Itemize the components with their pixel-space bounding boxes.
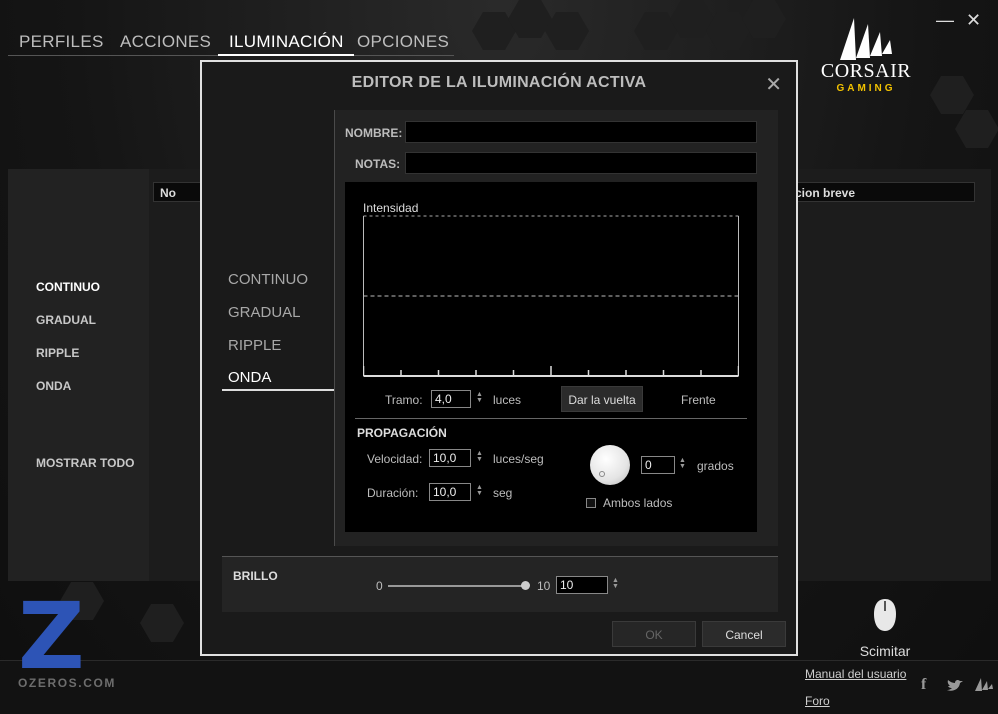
brand-name: CORSAIR [820,60,912,82]
brightness-slider[interactable] [388,585,524,587]
both-sides-checkbox[interactable] [586,498,596,508]
nombre-input[interactable] [405,121,757,143]
graph-ticks [363,366,739,376]
wave-editor-area: Intensidad Tramo: 4,0 ▲ ▼ luces Dar la vu… [345,182,757,532]
dial-indicator [599,471,605,477]
mode-gradual[interactable]: GRADUAL [228,304,301,321]
left-item-gradual[interactable]: GRADUAL [36,313,96,327]
duration-spinner-icon[interactable]: ▲ ▼ [476,484,483,497]
watermark-logo: Z [18,583,85,690]
duration-unit: seg [493,486,513,500]
angle-unit: grados [697,459,734,473]
lighting-editor-dialog: EDITOR DE LA ILUMINACIÓN ACTIVA ✕ CONTIN… [200,60,798,656]
left-item-mostrar-todo[interactable]: MOSTRAR TODO [36,456,134,470]
angle-input[interactable]: 0 [641,456,675,474]
device-label: Scimitar [859,643,911,659]
mode-continuo[interactable]: CONTINUO [228,271,308,288]
window-close-button[interactable]: ✕ [966,10,981,31]
angle-spinner-icon[interactable]: ▲ ▼ [679,457,686,470]
minimize-button[interactable]: — [936,10,954,31]
nombre-label: NOMBRE: [345,126,403,140]
dialog-close-icon[interactable]: ✕ [765,72,782,97]
left-item-continuo[interactable]: CONTINUO [36,280,100,294]
nav-iluminacion[interactable]: ILUMINACIÓN [229,32,344,52]
corsair-sails-icon[interactable] [974,676,994,692]
ok-button[interactable]: OK [612,621,696,647]
cancel-button[interactable]: Cancel [702,621,786,647]
nav-opciones[interactable]: OPCIONES [357,32,449,52]
twitter-icon[interactable] [946,679,964,693]
corsair-logo: CORSAIR GAMING [810,14,922,94]
watermark: Z OZEROS.COM [18,583,130,691]
reverse-button[interactable]: Dar la vuelta [561,386,643,412]
left-item-ripple[interactable]: RIPPLE [36,346,79,360]
brightness-label: BRILLO [233,569,278,583]
tramo-unit: luces [493,393,522,407]
speed-unit: luces/seg [493,452,544,466]
tramo-spinner-icon[interactable]: ▲ ▼ [476,391,483,404]
speed-input[interactable]: 10,0 [429,449,471,467]
left-item-onda[interactable]: ONDA [36,379,71,393]
intensity-graph[interactable] [363,212,739,382]
main-nav: PERFILES ACCIONES ILUMINACIÓN OPCIONES [8,30,454,56]
angle-dial[interactable] [590,445,630,485]
sails-icon [840,18,892,60]
notas-input[interactable] [405,152,757,174]
forum-link[interactable]: Foro [805,694,830,708]
both-sides-label: Ambos lados [603,496,673,510]
nav-perfiles[interactable]: PERFILES [19,32,104,52]
lighting-type-panel: CONTINUO GRADUAL RIPPLE ONDA MOSTRAR TOD… [8,169,149,581]
nav-acciones[interactable]: ACCIONES [120,32,211,52]
duration-label: Duración: [367,486,419,500]
watermark-site: OZEROS.COM [18,676,117,690]
facebook-icon[interactable]: f [921,676,926,694]
tramo-input[interactable]: 4,0 [431,390,471,408]
editor-panel: NOMBRE: NOTAS: Intensidad Tramo: 4,0 ▲ ▼ … [334,110,778,546]
brand-sub: GAMING [836,83,896,94]
user-manual-link[interactable]: Manual del usuario [805,667,906,681]
column-header-description[interactable]: cion breve [784,182,975,202]
mode-active-underline [222,389,334,391]
brightness-spinner-icon[interactable]: ▲ ▼ [612,577,619,590]
speed-label: Velocidad: [367,452,423,466]
divider [355,418,747,419]
brightness-slider-handle[interactable] [521,581,530,590]
dialog-title: EDITOR DE LA ILUMINACIÓN ACTIVA [351,74,647,91]
mode-ripple[interactable]: RIPPLE [228,337,281,354]
front-label: Frente [681,393,716,407]
tramo-label: Tramo: [385,393,423,407]
nav-active-underline [218,54,354,56]
notas-label: NOTAS: [355,157,401,171]
brightness-panel: BRILLO 0 10 10 ▲ ▼ [222,556,778,612]
propagation-heading: PROPAGACIÓN [357,426,447,440]
brightness-max: 10 [537,579,551,593]
mode-onda[interactable]: ONDA [228,369,271,386]
brightness-min: 0 [376,579,383,593]
brightness-input[interactable]: 10 [556,576,608,594]
speed-spinner-icon[interactable]: ▲ ▼ [476,450,483,463]
duration-input[interactable]: 10,0 [429,483,471,501]
mouse-icon[interactable] [872,598,898,632]
